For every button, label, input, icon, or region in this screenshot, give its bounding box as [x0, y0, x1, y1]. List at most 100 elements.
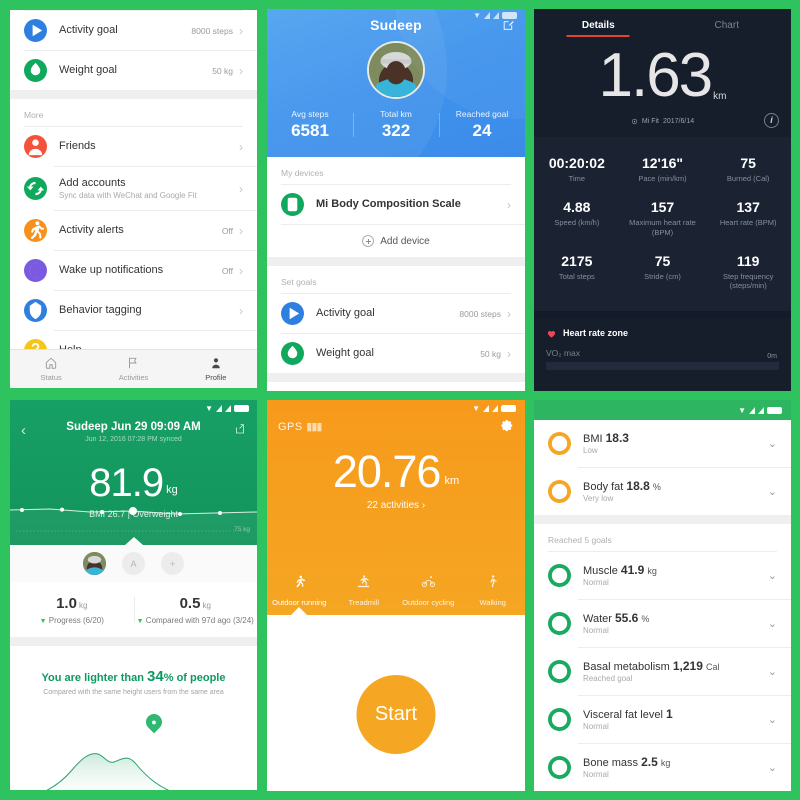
- tab-activities[interactable]: Activities: [92, 350, 174, 388]
- panel-body-composition: ▼ BMI 18.3 Low ⌄ Body fat 18.8 % Very low ⌄ Rea…: [534, 400, 800, 800]
- metric-value: 18.3: [605, 430, 629, 445]
- metrics-row: 2175 Total steps 75 Stride (cm) 119 Step freq…: [534, 245, 791, 299]
- set-goals-label: Set goals: [267, 266, 525, 293]
- more-row-3[interactable]: Wake up notifications Off ›: [10, 251, 257, 290]
- add-device-button[interactable]: Add device: [267, 225, 525, 257]
- metric-status: Normal: [583, 626, 609, 636]
- mode-treadmill[interactable]: Treadmill: [332, 574, 397, 607]
- chevron-down-icon[interactable]: ⌄: [768, 665, 777, 678]
- stat-key: Total km: [380, 109, 412, 119]
- metric-status: Reached goal: [583, 674, 633, 684]
- goal-row-1[interactable]: Weight goal 50 kg ›: [10, 51, 257, 90]
- metric-cell: 2175 Total steps: [534, 245, 620, 299]
- mode-outdoor-cycling[interactable]: Outdoor cycling: [396, 574, 461, 607]
- metric-value: 18.8: [626, 478, 650, 493]
- goal-row-0[interactable]: Activity goal 8000 steps ›: [10, 11, 257, 50]
- battery-icon: [501, 405, 516, 412]
- metrics-row: 00:20:02 Time 12'16" Pace (min/km) 75 Burned …: [534, 147, 791, 191]
- chevron-down-icon[interactable]: ⌄: [768, 761, 777, 774]
- edit-profile-button[interactable]: [502, 19, 515, 32]
- play-circle-icon: [281, 302, 304, 325]
- mode-walking[interactable]: Walking: [461, 574, 526, 607]
- signal-icon-2: [758, 406, 764, 414]
- visceral-fat-icon: [548, 708, 571, 731]
- mode-selector: Outdoor running Treadmill Outdoor cycling W…: [267, 574, 525, 607]
- metric-unit: kg: [647, 565, 657, 576]
- metric-row-0[interactable]: Muscle 41.9 kg Normal ⌄: [534, 552, 791, 599]
- comparison-headline: You are lighter than 34% of people: [41, 668, 226, 685]
- section-gap: [534, 515, 791, 524]
- distance-value: 1.63: [598, 41, 713, 110]
- chevron-down-icon[interactable]: ⌄: [768, 713, 777, 726]
- signal-bars-icon: ▮▮▮: [306, 421, 322, 433]
- avatar[interactable]: [367, 41, 425, 99]
- settings-button[interactable]: [500, 419, 514, 433]
- bmi-icon: [548, 432, 571, 455]
- gps-header: ▼ GPS ▮▮▮ 20.76 km 22 activities › Outdoor ru…: [267, 400, 525, 615]
- metric-row-2[interactable]: Basal metabolism 1,219 Cal Reached goal ⌄: [534, 648, 791, 695]
- metric-unit: Cal: [705, 661, 720, 672]
- info-icon[interactable]: i: [764, 112, 779, 128]
- chevron-down-icon[interactable]: ⌄: [768, 569, 777, 582]
- tab-details[interactable]: Details: [534, 20, 663, 31]
- metric-row-4[interactable]: Bone mass 2.5 kg Normal ⌄: [534, 744, 791, 791]
- bottom-tabbar: Status Activities Profile: [10, 349, 257, 388]
- home-icon: [44, 356, 58, 370]
- profile-name: Sudeep: [370, 17, 422, 33]
- back-button[interactable]: ‹: [21, 422, 26, 439]
- mifit-logo-icon: [631, 118, 638, 125]
- down-arrow-icon: ▼: [136, 618, 144, 625]
- tab-status[interactable]: Status: [10, 350, 92, 388]
- metric-unit: %: [641, 613, 650, 624]
- signal-icon-2: [225, 405, 231, 412]
- battery-icon: [234, 405, 249, 412]
- metric-row-3[interactable]: Visceral fat level 1 Normal ⌄: [534, 696, 791, 743]
- activities-link[interactable]: 22 activities ›: [267, 500, 525, 511]
- avatar-a[interactable]: A: [122, 552, 145, 575]
- mode-outdoor-running[interactable]: Outdoor running: [267, 574, 332, 607]
- stat-caption: ▼ Progress (6/20): [39, 616, 104, 625]
- metric-status: Normal: [583, 578, 609, 588]
- chevron-right-icon: ›: [239, 63, 243, 78]
- more-row-2[interactable]: Activity alerts Off ›: [10, 211, 257, 250]
- metric-label: Visceral fat level 1 Normal: [583, 707, 768, 732]
- metric-key: Stride (cm): [644, 272, 681, 282]
- add-user-button[interactable]: +: [161, 552, 184, 575]
- more-row-0[interactable]: Friends ›: [10, 127, 257, 166]
- metric-row-1[interactable]: Water 55.6 % Normal ⌄: [534, 600, 791, 647]
- chevron-down-icon[interactable]: ⌄: [768, 485, 777, 498]
- section-gap: [534, 310, 791, 318]
- zone-title: Heart rate zone: [563, 328, 629, 339]
- scale-icon: [281, 193, 304, 216]
- top-metric-row-0[interactable]: BMI 18.3 Low ⌄: [534, 420, 791, 467]
- more-section-label: More: [10, 99, 257, 126]
- plus-icon: [362, 235, 375, 247]
- metric-value: 157: [650, 199, 675, 216]
- flag-icon: [126, 356, 140, 370]
- selection-caret: [124, 537, 143, 545]
- more-row-4[interactable]: Behavior tagging ›: [10, 291, 257, 330]
- weight-drop-icon: [281, 342, 304, 365]
- metric-label: BMI 18.3 Low: [583, 430, 768, 456]
- metric-unit: %: [652, 481, 661, 492]
- start-button[interactable]: Start: [356, 675, 436, 754]
- signal-icon-1: [749, 406, 755, 414]
- more-row-1[interactable]: Add accounts Sync data with WeChat and Go…: [10, 167, 257, 210]
- device-row[interactable]: Mi Body Composition Scale ›: [267, 185, 525, 224]
- reached-goals-label: Reached 5 goals: [534, 524, 791, 551]
- status-bar: ▼: [473, 11, 517, 20]
- tab-profile[interactable]: Profile: [175, 350, 257, 388]
- heart-rate-zone: Heart rate zone VO₂ max 0m: [534, 318, 791, 370]
- chevron-down-icon[interactable]: ⌄: [768, 617, 777, 630]
- distance-value: 20.76: [332, 446, 442, 497]
- avatar[interactable]: [83, 552, 106, 575]
- share-button[interactable]: [234, 422, 246, 434]
- goal-row-1[interactable]: Weight goal 50 kg ›: [267, 334, 525, 373]
- vo2-label: VO₂ max: [546, 347, 580, 358]
- top-metric-row-1[interactable]: Body fat 18.8 % Very low ⌄: [534, 468, 791, 515]
- chevron-down-icon[interactable]: ⌄: [768, 437, 777, 450]
- tab-chart[interactable]: Chart: [663, 20, 792, 31]
- gps-status[interactable]: GPS ▮▮▮: [278, 420, 322, 433]
- goal-row-0[interactable]: Activity goal 8000 steps ›: [267, 294, 525, 333]
- profile-header: ▼ Sudeep Avg steps 6581 Total km 322 Reached g…: [267, 9, 525, 157]
